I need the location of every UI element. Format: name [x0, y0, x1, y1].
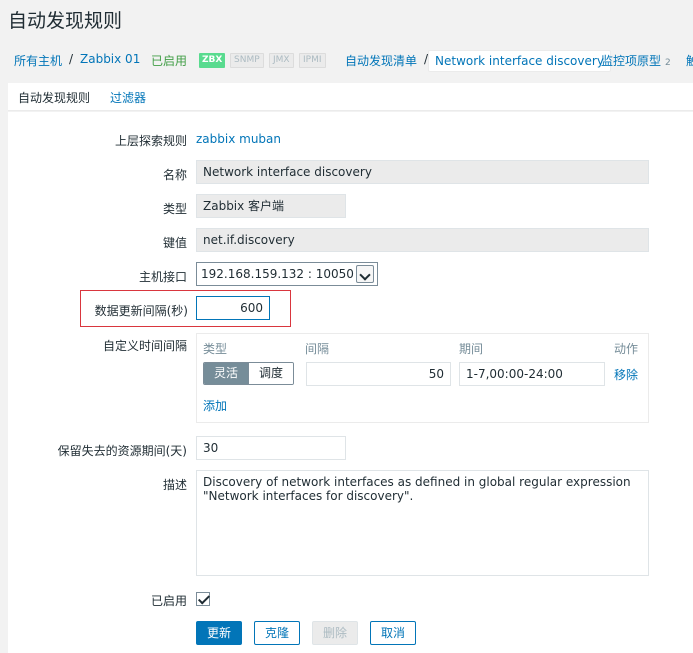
host-interface-value: 192.168.159.132 : 10050 — [201, 267, 354, 281]
breadcrumb-current-rule[interactable]: Network interface discovery — [428, 50, 611, 72]
custom-action-header: 动作 — [614, 342, 639, 356]
tab-discovery-rule[interactable]: 自动发现规则 — [9, 89, 99, 114]
flexible-option[interactable]: 灵活 — [204, 363, 249, 384]
description-textarea[interactable]: Discovery of network interfaces as defin… — [196, 470, 649, 576]
custom-type-header: 类型 — [203, 342, 228, 356]
interval-type-toggle[interactable]: 灵活 调度 — [203, 362, 295, 385]
snmp-availability-badge: SNMP — [230, 53, 264, 68]
keep-lost-resources-label: 保留失去的资源期间(天) — [57, 444, 187, 458]
custom-interval-header: 间隔 — [305, 342, 330, 356]
breadcrumb: 所有主机 / Zabbix 01 已启用 ZBX SNMP JMX IPMI 自… — [0, 50, 693, 72]
custom-interval-input[interactable]: 50 — [306, 362, 451, 386]
parent-rule-label: 上层探索规则 — [114, 134, 187, 148]
update-interval-input[interactable]: 600 — [196, 296, 270, 320]
custom-period-input[interactable]: 1-7,00:00-24:00 — [459, 362, 605, 386]
discovery-rule-form: 上层探索规则 zabbix muban 名称 Network interface… — [8, 112, 693, 653]
key-label: 键值 — [162, 236, 187, 250]
tab-filters[interactable]: 过滤器 — [110, 89, 146, 106]
keep-lost-resources-input[interactable]: 30 — [196, 436, 346, 460]
remove-interval-link[interactable]: 移除 — [614, 366, 638, 383]
breadcrumb-all-hosts[interactable]: 所有主机 — [14, 52, 62, 69]
breadcrumb-trigger-prototypes[interactable]: 触 — [686, 52, 693, 69]
host-interface-label: 主机接口 — [138, 270, 187, 284]
scheduling-option[interactable]: 调度 — [248, 363, 294, 384]
type-field[interactable]: Zabbix 客户端 — [196, 194, 346, 218]
breadcrumb-separator: / — [69, 52, 74, 66]
custom-period-header: 期间 — [459, 342, 484, 356]
custom-intervals-label: 自定义时间间隔 — [102, 339, 187, 353]
enabled-checkbox[interactable] — [196, 592, 210, 606]
breadcrumb-item-prototypes[interactable]: 监控项原型 2 — [601, 52, 671, 69]
host-status-enabled[interactable]: 已启用 — [151, 52, 187, 69]
description-label: 描述 — [162, 478, 187, 492]
zbx-availability-badge: ZBX — [199, 53, 226, 68]
breadcrumb-host[interactable]: Zabbix 01 — [80, 52, 140, 66]
enabled-label: 已启用 — [150, 594, 187, 608]
item-prototypes-link[interactable]: 监控项原型 — [601, 54, 661, 68]
ipmi-availability-badge: IPMI — [299, 53, 326, 68]
item-prototypes-count: 2 — [665, 58, 671, 68]
key-field[interactable]: net.if.discovery — [196, 228, 649, 252]
delete-button: 删除 — [312, 621, 359, 645]
parent-rule-link[interactable]: zabbix muban — [196, 132, 281, 146]
update-button[interactable]: 更新 — [196, 621, 243, 645]
page-title: 自动发现规则 — [8, 10, 123, 32]
type-label: 类型 — [162, 202, 187, 216]
custom-intervals-table: 类型 间隔 期间 动作 灵活 调度 50 1-7,00:00-24:00 移除 … — [196, 333, 649, 423]
cancel-button[interactable]: 取消 — [370, 621, 417, 645]
breadcrumb-discovery-list[interactable]: 自动发现清单 — [345, 52, 417, 69]
chevron-down-icon[interactable] — [356, 265, 374, 283]
tab-bar: 自动发现规则 过滤器 — [8, 83, 693, 114]
add-interval-link[interactable]: 添加 — [203, 397, 227, 414]
update-interval-label: 数据更新间隔(秒) — [94, 304, 188, 318]
clone-button[interactable]: 克隆 — [254, 621, 301, 645]
name-field[interactable]: Network interface discovery — [196, 160, 649, 184]
jmx-availability-badge: JMX — [269, 53, 294, 68]
name-label: 名称 — [162, 168, 187, 182]
host-interface-select[interactable]: 192.168.159.132 : 10050 — [196, 262, 378, 286]
